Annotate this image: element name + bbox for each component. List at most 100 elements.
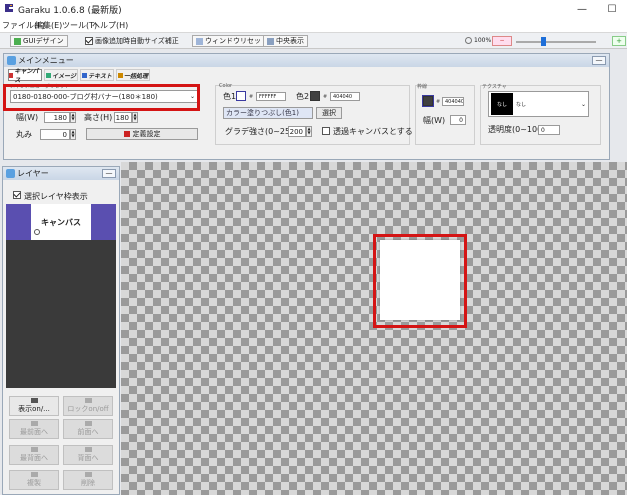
main-menu-title: メインメニュー — [18, 56, 74, 65]
color2-label: 色2 — [296, 92, 310, 101]
toolbar: GUIデザイン 画像追加時自動サイズ補正 ウィンドウリセット 中央表示 100%… — [0, 32, 627, 49]
zoom-slider-thumb[interactable] — [541, 37, 546, 46]
send-backward-button[interactable]: 背面へ — [63, 445, 113, 465]
canvas-area[interactable] — [121, 162, 627, 495]
show-frame-label: 選択レイヤ枠表示 — [24, 192, 88, 201]
opacity-label: 透明度(0~100) — [488, 125, 546, 134]
fixed-settings-button[interactable]: 定義設定 — [86, 128, 198, 140]
color-section-label: Color — [219, 83, 233, 89]
lock-icon — [84, 398, 92, 403]
eye-icon[interactable] — [34, 229, 40, 235]
chevron-down-icon: ⌄ — [580, 100, 586, 108]
tab-text[interactable]: テキスト — [80, 69, 114, 81]
border-hex-input[interactable]: 404040 — [442, 97, 464, 106]
canvas-tab-icon — [9, 72, 14, 78]
round-input[interactable]: 0 — [40, 129, 70, 140]
tab-image[interactable]: イメージ — [44, 69, 78, 81]
color2-swatch[interactable] — [310, 91, 320, 101]
show-frame-checkbox[interactable] — [13, 191, 21, 199]
bring-forward-button[interactable]: 前面へ — [63, 419, 113, 439]
border-width-input[interactable]: 0 — [450, 115, 466, 125]
opacity-input[interactable]: 0 — [538, 125, 560, 135]
layer-item-canvas[interactable]: キャンバス — [6, 204, 116, 240]
window-reset-label: ウィンドウリセット — [205, 37, 268, 45]
auto-resize-label: 画像追加時自動サイズ補正 — [95, 37, 179, 45]
texture-value: なし — [516, 101, 527, 108]
color1-swatch[interactable] — [236, 91, 246, 101]
layer-titlebar[interactable]: レイヤー — — [3, 167, 119, 180]
title-bar: Garaku 1.0.6.8 (最新版) — ☐ — [0, 0, 627, 18]
height-spinner[interactable]: ▲ ▼ — [132, 112, 138, 123]
toggle-lock-button[interactable]: ロックon/off — [63, 396, 113, 416]
round-label: 丸み — [16, 130, 32, 139]
gui-design-button[interactable]: GUIデザイン — [10, 35, 68, 47]
hash-icon: # — [323, 94, 328, 100]
select-button[interactable]: 選択 — [316, 107, 342, 119]
color2-hex-input[interactable]: 404040 — [330, 92, 360, 101]
auto-resize-checkbox[interactable]: 画像追加時自動サイズ補正 — [82, 35, 182, 47]
zoom-in-button[interactable]: + — [612, 36, 626, 46]
bring-to-front-button[interactable]: 最前面へ — [9, 419, 59, 439]
highlight-preset — [3, 84, 200, 111]
window-title: Garaku 1.0.6.8 (最新版) — [18, 6, 122, 16]
maximize-button[interactable]: ☐ — [597, 0, 627, 18]
zoom-value: 100% — [474, 37, 492, 44]
fill-mode-dropdown[interactable]: カラー塗りつぶし(色1) — [223, 107, 313, 119]
gradient-input[interactable]: 200 — [288, 126, 306, 137]
zoom-icon — [465, 37, 472, 44]
tab-batch[interactable]: 一括処理 — [116, 69, 150, 81]
zoom-slider-track[interactable] — [516, 41, 596, 43]
send-to-back-button[interactable]: 最背面へ — [9, 445, 59, 465]
window-reset-button[interactable]: ウィンドウリセット — [192, 35, 272, 47]
delete-button[interactable]: 削除 — [63, 470, 113, 490]
visibility-icon — [30, 398, 38, 403]
transparent-canvas-label: 透過キャンバスとする — [333, 127, 413, 136]
border-color-swatch[interactable] — [422, 95, 434, 107]
menu-help[interactable]: ヘルプ(H) — [92, 20, 128, 31]
texture-section-label: テクスチャ — [482, 84, 507, 90]
border-width-label: 幅(W) — [423, 116, 446, 125]
center-view-button[interactable]: 中央表示 — [263, 35, 308, 47]
width-input[interactable]: 180 — [44, 112, 70, 123]
height-label: 高さ(H) — [84, 113, 113, 122]
zoom-out-button[interactable]: − — [492, 36, 512, 46]
text-tab-icon — [82, 72, 88, 78]
main-menu-tabs: キャンバス イメージ テキスト 一括処理 — [8, 68, 228, 84]
fixed-settings-icon — [123, 131, 130, 137]
main-menu-titlebar[interactable]: メインメニュー — — [4, 54, 609, 67]
color1-hex-input[interactable]: FFFFFF — [256, 92, 286, 101]
layer-thumbnail: キャンバス — [31, 204, 91, 240]
color1-label: 色1 — [223, 92, 237, 101]
garaku-logo-icon — [3, 2, 15, 14]
main-menu-icon — [7, 56, 16, 65]
window-reset-icon — [196, 37, 203, 45]
batch-tab-icon — [117, 72, 123, 78]
send-to-back-icon — [30, 447, 38, 452]
main-menu-panel: メインメニュー — キャンバス イメージ テキスト 一括処理 メインメニュープリ… — [3, 53, 610, 160]
menu-edit[interactable]: 編集(E) — [35, 20, 62, 31]
fixed-settings-label: 定義設定 — [132, 130, 161, 138]
hash-icon: # — [249, 94, 254, 100]
layer-title: レイヤー — [17, 169, 49, 178]
minimize-button[interactable]: — — [567, 0, 597, 18]
tab-canvas[interactable]: キャンバス — [8, 68, 42, 84]
main-menu-minimize-button[interactable]: — — [592, 56, 606, 65]
texture-dropdown[interactable]: なし なし ⌄ — [488, 91, 589, 117]
layer-minimize-button[interactable]: — — [102, 169, 116, 178]
highlight-canvas — [373, 234, 467, 328]
round-spinner[interactable]: ▲ ▼ — [70, 129, 76, 140]
auto-resize-check-icon — [85, 37, 93, 45]
duplicate-button[interactable]: 複製 — [9, 470, 59, 490]
bring-forward-icon — [84, 421, 92, 426]
center-view-icon — [267, 37, 274, 45]
layer-icon — [6, 169, 15, 178]
width-spinner[interactable]: ▲ ▼ — [70, 112, 76, 123]
center-view-label: 中央表示 — [276, 37, 304, 45]
layer-panel: レイヤー — 選択レイヤ枠表示 キャンバス 表示on/... ロックon/off… — [2, 166, 120, 495]
transparent-canvas-checkbox[interactable] — [322, 127, 330, 135]
height-input[interactable]: 180 — [114, 112, 132, 123]
image-tab-icon — [46, 72, 52, 78]
toggle-visibility-button[interactable]: 表示on/... — [9, 396, 59, 416]
duplicate-icon — [30, 472, 38, 477]
gradient-spinner[interactable]: ▲ ▼ — [306, 126, 312, 137]
